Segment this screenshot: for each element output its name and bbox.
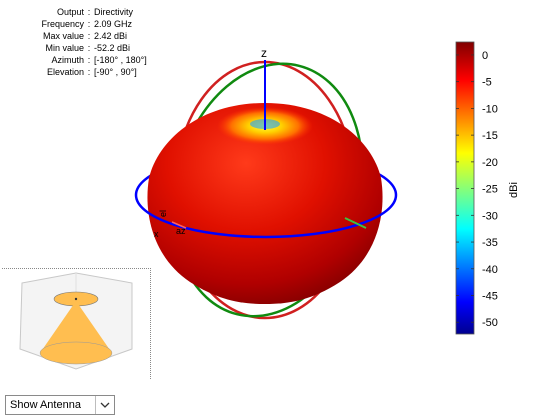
show-antenna-select[interactable]: Show Antenna (5, 395, 115, 415)
antenna-preview (19, 272, 133, 370)
colorbar-tick-label: -40 (482, 264, 498, 276)
colorbar-tick-label: -25 (482, 184, 498, 196)
cone-base (39, 341, 113, 365)
antenna-preview-panel (2, 268, 151, 379)
colorbar-label: dBi (508, 182, 520, 198)
colorbar-tick-label: -30 (482, 210, 498, 222)
colorbar-tick-label: -10 (482, 103, 498, 115)
select-value: Show Antenna (10, 399, 81, 411)
colorbar-tick-label: -35 (482, 237, 498, 249)
colorbar-tick-label: 0 (482, 50, 488, 62)
colorbar-tick-label: -45 (482, 291, 498, 303)
colorbar-tick-label: -5 (482, 77, 492, 89)
colorbar-tick-label: -20 (482, 157, 498, 169)
colorbar-tick-label: -15 (482, 130, 498, 142)
colorbar-gradient (455, 41, 475, 335)
colorbar-tick-label: -50 (482, 317, 498, 329)
chevron-down-icon[interactable] (95, 396, 114, 414)
